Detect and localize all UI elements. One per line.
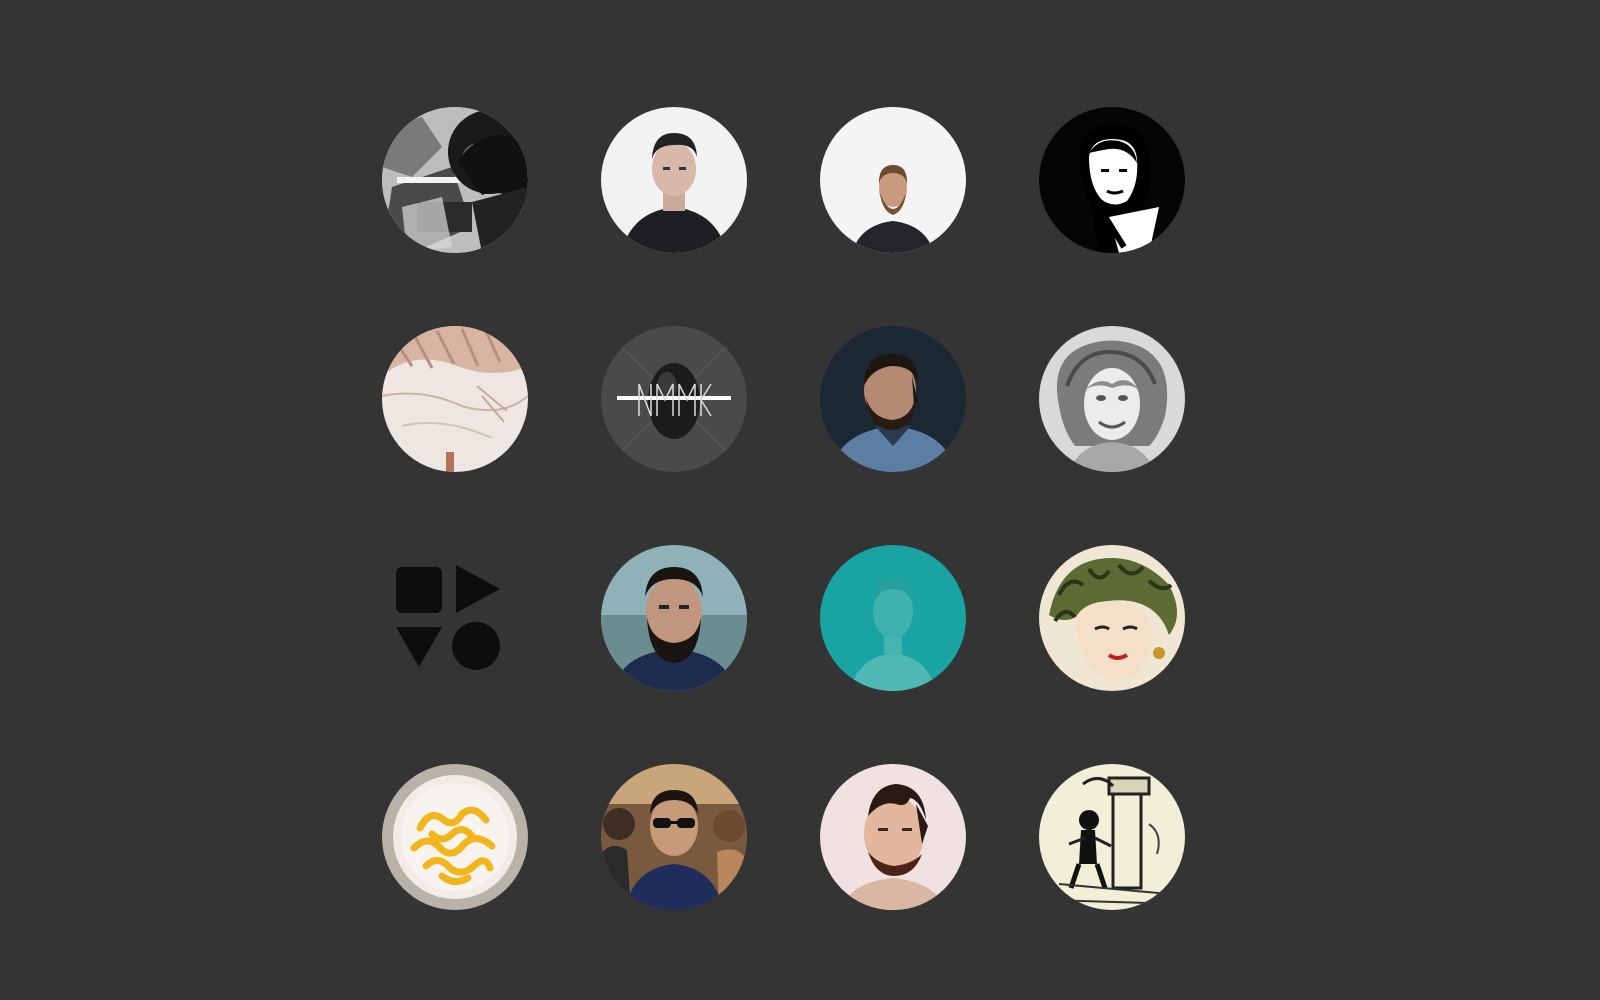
portrait-bearded-man-dark-icon [820,326,966,472]
comic-medusa-icon [1039,545,1185,691]
teal-portrait-icon [820,545,966,691]
shapes-logo-icon [396,565,500,670]
avatar-15[interactable] [820,764,966,910]
avatar-12[interactable] [1039,545,1185,691]
portrait-man-icon [601,107,747,253]
portrait-bearded-man-icon [820,107,966,253]
portrait-bearded-man-blue-icon [601,545,747,691]
avatar-10[interactable] [601,545,747,691]
bw-illustration-woman-icon [1039,107,1185,253]
avatar-8[interactable] [1039,326,1185,472]
portrait-man-pink-icon [820,764,966,910]
abstract-sketch-icon [382,326,528,472]
pencil-drawing-woman-icon [1039,326,1185,472]
man-with-sunglasses-icon [601,764,747,910]
avatar-1[interactable] [382,107,528,253]
avatar-16[interactable] [1039,764,1185,910]
avatar-9[interactable] [382,545,528,691]
avatar-2[interactable] [601,107,747,253]
avatar-5[interactable] [382,326,528,472]
bw-photo-icon [382,107,528,253]
avatar-11[interactable] [820,545,966,691]
page [0,0,1600,1000]
dark-logo-icon [601,326,747,472]
avatar-grid [382,107,1188,913]
avatar-3[interactable] [820,107,966,253]
avatar-6[interactable] [601,326,747,472]
avatar-14[interactable] [601,764,747,910]
vintage-cartoon-icon [1039,764,1185,910]
avatar-7[interactable] [820,326,966,472]
avatar-4[interactable] [1039,107,1185,253]
plate-of-pasta-icon [382,764,528,910]
avatar-13[interactable] [382,764,528,910]
